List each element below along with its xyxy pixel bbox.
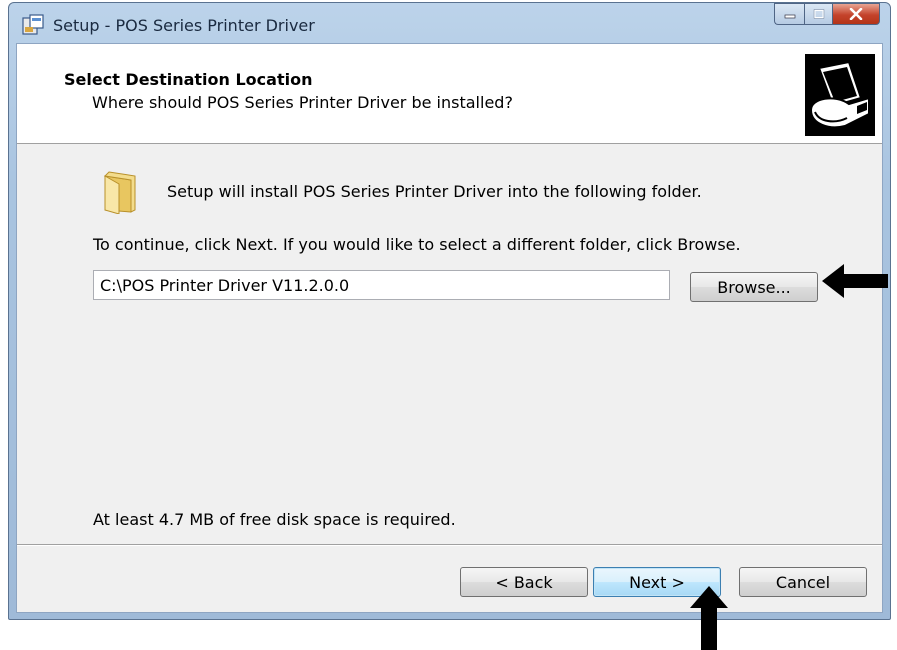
- back-button[interactable]: < Back: [460, 567, 588, 597]
- folder-icon: [103, 171, 136, 214]
- footer-separator: [17, 544, 882, 546]
- minimize-button[interactable]: [774, 3, 804, 25]
- page-subtitle: Where should POS Series Printer Driver b…: [92, 93, 513, 112]
- setup-window: Setup - POS Series Printer Driver Select…: [8, 2, 891, 620]
- setup-icon: [22, 14, 44, 35]
- close-icon: [849, 8, 863, 20]
- close-button[interactable]: [832, 3, 880, 25]
- destination-path-input[interactable]: [93, 270, 670, 300]
- window-title: Setup - POS Series Printer Driver: [53, 16, 315, 35]
- minimize-icon: [784, 14, 795, 19]
- arrow-up-icon: [690, 586, 728, 650]
- title-bar[interactable]: Setup - POS Series Printer Driver: [9, 3, 890, 43]
- page-title: Select Destination Location: [64, 70, 313, 89]
- arrow-left-icon: [822, 264, 888, 298]
- install-intro-text: Setup will install POS Series Printer Dr…: [167, 182, 702, 201]
- disk-space-text: At least 4.7 MB of free disk space is re…: [93, 510, 456, 529]
- maximize-icon: [813, 9, 824, 19]
- caption-buttons: [774, 3, 880, 25]
- wizard-header: Select Destination Location Where should…: [17, 44, 882, 144]
- dialog-client: Select Destination Location Where should…: [16, 43, 883, 613]
- maximize-button[interactable]: [804, 3, 832, 25]
- browse-button[interactable]: Browse...: [690, 272, 818, 302]
- cancel-button[interactable]: Cancel: [739, 567, 867, 597]
- continue-instruction-text: To continue, click Next. If you would li…: [93, 235, 741, 254]
- printer-install-icon: [805, 54, 875, 136]
